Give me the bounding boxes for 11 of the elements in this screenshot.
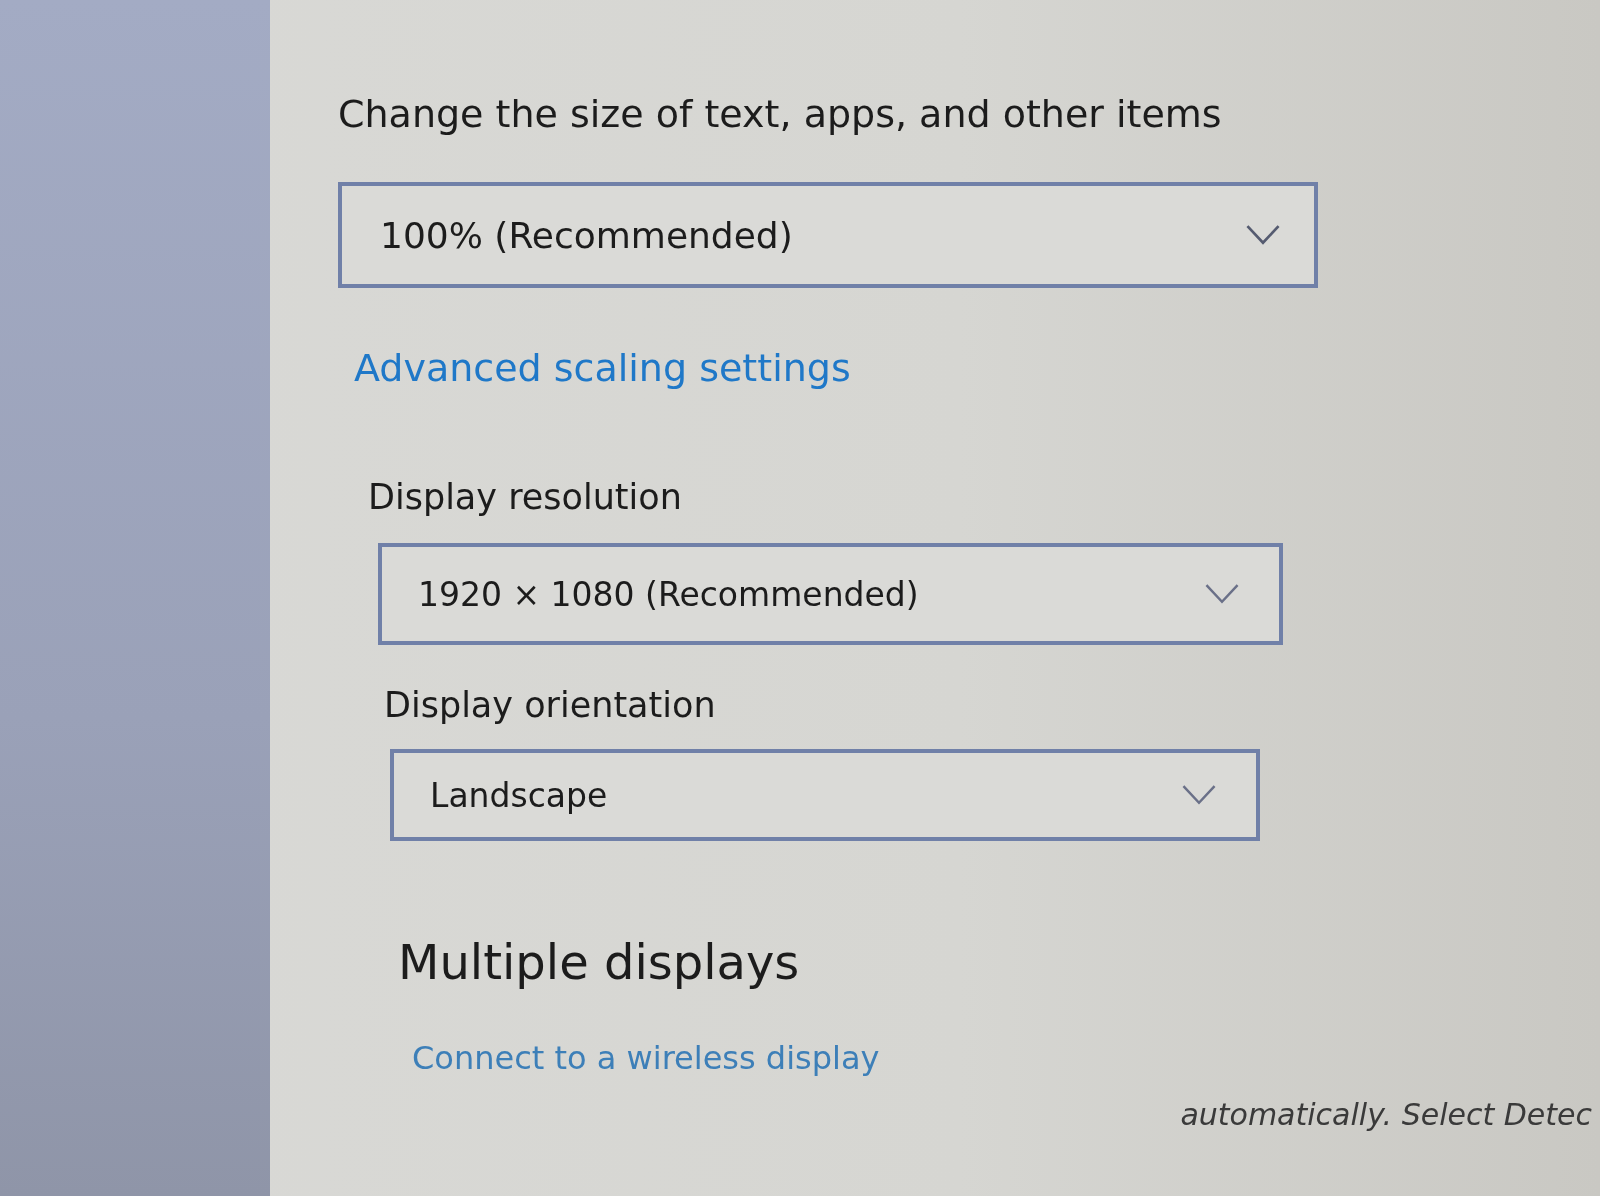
section-heading: Multiple displays	[398, 933, 800, 992]
caret-icon	[1182, 785, 1216, 805]
resolution-dropdown[interactable]: 1920 × 1080 (Recommended)	[378, 543, 1283, 645]
caret-icon	[1205, 584, 1239, 604]
field-label: Display orientation	[384, 684, 716, 727]
description-text: automatically. Select Detec	[1180, 1096, 1592, 1134]
section-heading: Change the size of text, apps, and other items	[338, 91, 1222, 138]
caret-icon	[1246, 225, 1280, 245]
field-label: Display resolution	[368, 476, 682, 519]
orientation-dropdown[interactable]: Landscape	[390, 749, 1260, 841]
scale-dropdown[interactable]: 100% (Recommended)	[338, 182, 1318, 288]
